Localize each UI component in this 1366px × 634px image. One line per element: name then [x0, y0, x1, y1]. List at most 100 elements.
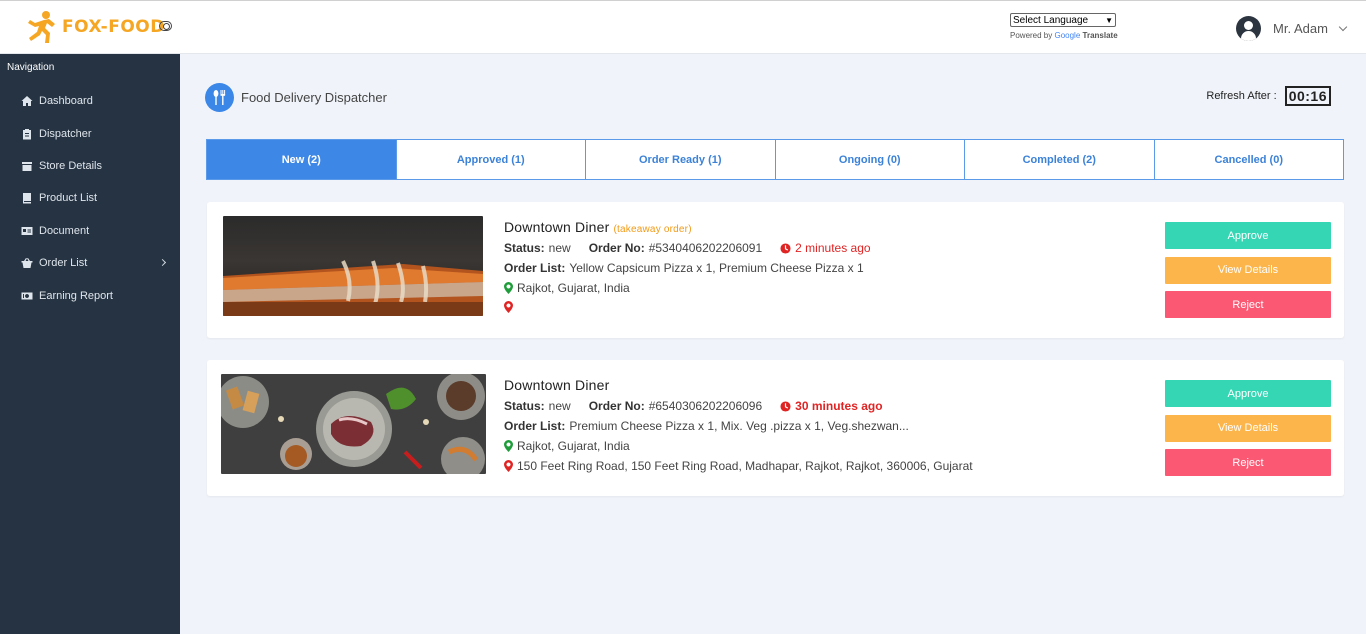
pickup-address: Rajkot, Gujarat, India [517, 439, 630, 453]
sidebar-item-order-list[interactable]: Order List [0, 247, 180, 279]
clock-icon [780, 242, 791, 254]
order-no-label: Order No: [588, 241, 645, 255]
sidebar-item-dispatcher[interactable]: Dispatcher [0, 117, 180, 149]
main-content: Food Delivery Dispatcher Refresh After :… [180, 54, 1366, 634]
dropoff-row: 150 Feet Ring Road, 150 Feet Ring Road, … [504, 459, 1144, 473]
pickup-row: Rajkot, Gujarat, India [504, 439, 1144, 453]
refresh-timer: Refresh After : 00:16 [1206, 86, 1331, 106]
sidebar-item-label: Earning Report [39, 289, 113, 302]
page-title: Food Delivery Dispatcher [241, 90, 387, 105]
order-food-image [221, 374, 486, 474]
google-label: Google [1054, 31, 1081, 40]
order-list-row: Order List: Yellow Capsicum Pizza x 1, P… [504, 261, 1144, 275]
sidebar-item-earning-report[interactable]: Earning Report [0, 279, 180, 311]
view-details-button[interactable]: View Details [1165, 414, 1331, 442]
order-card: Downtown Diner Status: new Order No: #65… [207, 360, 1344, 496]
order-time: 2 minutes ago [780, 241, 871, 255]
tab-new[interactable]: New (2) [207, 140, 397, 179]
order-status-tabs: New (2) Approved (1) Order Ready (1) Ong… [206, 139, 1344, 180]
google-translate-widget: Select Language ▼ Powered by Google Tran… [1010, 13, 1118, 40]
sidebar-item-label: Store Details [39, 159, 102, 172]
store-name-row: Downtown Diner [504, 377, 1144, 393]
clipboard-icon [23, 128, 31, 140]
order-list-label: Order List: [504, 419, 566, 433]
tab-ongoing[interactable]: Ongoing (0) [776, 140, 965, 179]
tab-order-ready[interactable]: Order Ready (1) [586, 140, 776, 179]
order-list-label: Order List: [504, 261, 566, 275]
powered-by-label: Powered by [1010, 31, 1053, 40]
status-label: Status: [504, 399, 545, 413]
sidebar: Navigation Dashboard Dispatcher Store De… [0, 54, 180, 634]
status-row: Status: new Order No: #6540306202206096 … [504, 399, 1144, 413]
map-pin-icon [504, 460, 513, 472]
pickup-address: Rajkot, Gujarat, India [517, 281, 630, 295]
sidebar-item-dashboard[interactable]: Dashboard [0, 85, 180, 117]
sidebar-item-document[interactable]: Document [0, 215, 180, 247]
status-label: Status: [504, 241, 545, 255]
reject-button[interactable]: Reject [1165, 291, 1331, 318]
sidebar-item-store-details[interactable]: Store Details [0, 150, 180, 182]
order-actions: Approve View Details Reject [1165, 380, 1331, 484]
brand-name: FOX-FOOD [62, 17, 165, 37]
order-no-label: Order No: [588, 399, 645, 413]
avatar [1236, 16, 1261, 41]
dropoff-address: 150 Feet Ring Road, 150 Feet Ring Road, … [517, 459, 973, 473]
order-actions: Approve View Details Reject [1165, 222, 1331, 326]
chevron-right-icon [158, 258, 167, 266]
pickup-row: Rajkot, Gujarat, India [504, 281, 1144, 295]
tab-completed[interactable]: Completed (2) [965, 140, 1155, 179]
fork-spoon-icon [205, 83, 234, 112]
status-value: new [548, 399, 571, 413]
order-list-value: Premium Cheese Pizza x 1, Mix. Veg .pizz… [569, 419, 909, 433]
brand-logo[interactable]: FOX-FOOD [24, 10, 165, 44]
order-type-tag: (takeaway order) [613, 224, 692, 235]
money-icon [21, 292, 33, 300]
language-select-value: Select Language [1013, 14, 1089, 26]
reject-button[interactable]: Reject [1165, 449, 1331, 476]
tab-cancelled[interactable]: Cancelled (0) [1155, 140, 1344, 179]
status-value: new [548, 241, 571, 255]
clock-icon [780, 400, 791, 412]
store-name: Downtown Diner [504, 377, 610, 393]
refresh-countdown: 00:16 [1284, 86, 1331, 106]
map-pin-icon [504, 440, 513, 452]
user-menu[interactable]: Mr. Adam [1236, 16, 1348, 41]
tab-approved[interactable]: Approved (1) [397, 140, 586, 179]
time-ago: 2 minutes ago [795, 241, 871, 255]
time-ago: 30 minutes ago [795, 399, 883, 413]
approve-button[interactable]: Approve [1165, 222, 1331, 249]
nav-title: Navigation [7, 62, 55, 73]
map-pin-icon [504, 301, 513, 313]
page-header: Food Delivery Dispatcher [205, 83, 387, 112]
dropoff-row [504, 301, 1144, 313]
nav-list: Dashboard Dispatcher Store Details Produ… [0, 85, 180, 312]
translate-link[interactable]: Translate [1083, 31, 1118, 40]
sidebar-item-label: Dispatcher [39, 127, 92, 140]
powered-by-text: Powered by Google Translate [1010, 31, 1118, 40]
approve-button[interactable]: Approve [1165, 380, 1331, 407]
book-icon [23, 193, 31, 204]
order-list-row: Order List: Premium Cheese Pizza x 1, Mi… [504, 419, 1144, 433]
map-pin-icon [504, 282, 513, 294]
order-list-value: Yellow Capsicum Pizza x 1, Premium Chees… [569, 261, 864, 275]
order-info: Downtown Diner (takeaway order) Status: n… [504, 219, 1144, 313]
order-food-image [223, 216, 483, 316]
store-icon [22, 161, 32, 171]
sidebar-toggle-icon[interactable] [159, 21, 172, 31]
sidebar-item-label: Order List [39, 257, 88, 270]
top-header: FOX-FOOD Select Language ▼ Powered by Go… [0, 0, 1366, 54]
status-row: Status: new Order No: #5340406202206091 … [504, 241, 1144, 255]
order-no-value: #5340406202206091 [648, 241, 763, 255]
sidebar-item-label: Document [39, 224, 90, 237]
home-icon [21, 96, 33, 107]
order-info: Downtown Diner Status: new Order No: #65… [504, 377, 1144, 473]
chevron-down-icon [1338, 22, 1348, 31]
order-card: Downtown Diner (takeaway order) Status: n… [207, 202, 1344, 338]
store-name-row: Downtown Diner (takeaway order) [504, 219, 1144, 235]
view-details-button[interactable]: View Details [1165, 256, 1331, 284]
sidebar-item-product-list[interactable]: Product List [0, 182, 180, 214]
user-name: Mr. Adam [1273, 21, 1328, 36]
select-arrow-icon: ▼ [1105, 15, 1113, 25]
language-select[interactable]: Select Language ▼ [1010, 13, 1116, 27]
refresh-label: Refresh After : [1206, 90, 1277, 102]
